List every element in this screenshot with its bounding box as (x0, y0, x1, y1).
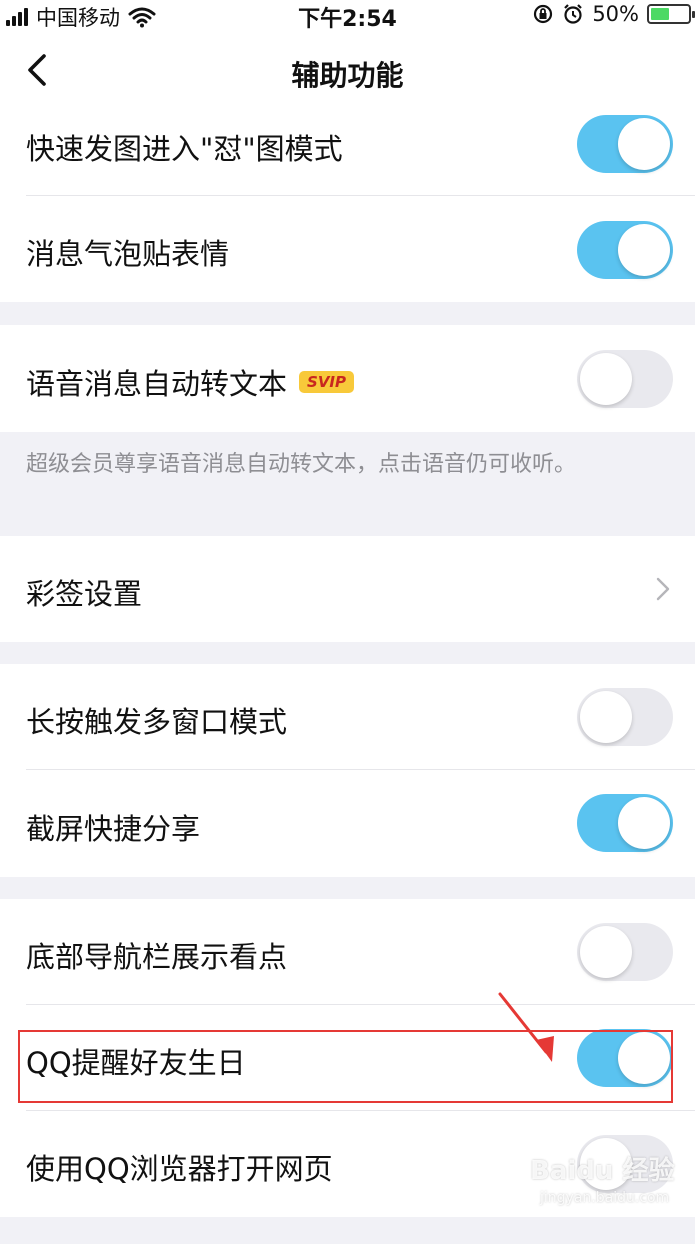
footnote-text: 超级会员尊享语音消息自动转文本，点击语音仍可收听。 (26, 452, 577, 477)
watermark-url: jingyan.baidu.com (540, 1190, 670, 1206)
setting-row: 截屏快捷分享 (0, 770, 695, 877)
status-bar: 中国移动 下午2:54 50% (0, 0, 695, 32)
battery-level (651, 8, 669, 20)
setting-label: 使用QQ浏览器打开网页 (26, 1152, 333, 1186)
setting-row: 快速发图进入"怼"图模式 (0, 112, 695, 196)
toggle-knob (580, 926, 632, 978)
toggle-knob (618, 118, 670, 170)
setting-row: 语音消息自动转文本 SVIP (0, 325, 695, 432)
setting-row: 长按触发多窗口模式 (0, 664, 695, 770)
setting-label: 消息气泡贴表情 (26, 237, 230, 271)
toggle-knob (580, 353, 632, 405)
setting-label: 长按触发多窗口模式 (26, 705, 288, 739)
setting-row: 消息气泡贴表情 (0, 196, 695, 302)
battery-percent: 50% (592, 2, 639, 26)
nav-bar: 辅助功能 (0, 30, 695, 112)
toggle-switch[interactable] (577, 350, 673, 408)
app-screen: 中国移动 下午2:54 50% 辅助功能 快速发图进入"怼"图模式 消息气泡贴表… (0, 0, 695, 1244)
toggle-switch[interactable] (577, 923, 673, 981)
svip-badge: SVIP (299, 371, 355, 393)
alarm-icon (564, 4, 583, 24)
battery-icon (647, 4, 695, 24)
chevron-right-icon (656, 577, 670, 601)
highlight-box (18, 1030, 673, 1103)
annotation-arrow (498, 992, 554, 1062)
status-right: 50% (532, 2, 695, 26)
toggle-switch[interactable] (577, 688, 673, 746)
setting-label: 截屏快捷分享 (26, 812, 201, 846)
toggle-knob (618, 224, 670, 276)
setting-row-link[interactable]: 彩签设置 (0, 536, 695, 642)
rotation-lock-icon (534, 4, 553, 24)
setting-label: 快速发图进入"怼"图模式 (26, 132, 343, 166)
page-title: 辅助功能 (291, 59, 404, 92)
setting-label-text: 语音消息自动转文本 (26, 367, 288, 401)
watermark-logo: Baidu 经验 (530, 1156, 675, 1186)
toggle-switch[interactable] (577, 794, 673, 852)
toggle-switch[interactable] (577, 115, 673, 173)
setting-label: 语音消息自动转文本 SVIP (26, 361, 355, 403)
toggle-knob (580, 691, 632, 743)
toggle-knob (618, 797, 670, 849)
setting-label: 底部导航栏展示看点 (26, 940, 288, 974)
toggle-switch[interactable] (577, 221, 673, 279)
setting-label: 彩签设置 (26, 577, 143, 611)
setting-row: 底部导航栏展示看点 (0, 899, 695, 1005)
